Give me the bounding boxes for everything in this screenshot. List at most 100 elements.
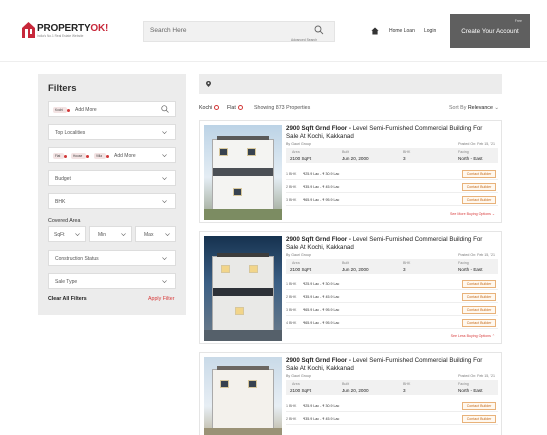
contact-builder-button[interactable]: Contact Builder bbox=[462, 415, 496, 423]
spec-key: Built bbox=[342, 382, 349, 386]
area-max-select[interactable]: Max bbox=[135, 226, 176, 242]
contact-builder-button[interactable]: Contact Builder bbox=[462, 306, 496, 314]
row-price: ₹65.9 Lac - ₹ 95.9 Lac bbox=[303, 321, 340, 325]
search-icon[interactable] bbox=[161, 105, 169, 113]
facade-band bbox=[213, 287, 273, 297]
row-price: ₹25.9 Lac - ₹ 30.9 Lac bbox=[303, 282, 340, 286]
home-icon[interactable] bbox=[371, 27, 379, 35]
construction-status-select[interactable]: Construction Status bbox=[48, 250, 176, 266]
listing-title[interactable]: 2900 Sqft Grnd Floor - Level Semi-Furnis… bbox=[286, 125, 496, 141]
listing-image[interactable] bbox=[204, 125, 282, 220]
price-row: 1 BHK ₹25.9 Lac - ₹ 30.9 Lac Contact Bui… bbox=[286, 401, 498, 412]
area-min-select[interactable]: Min bbox=[89, 226, 132, 242]
listing-card[interactable]: 2900 Sqft Grnd Floor - Level Semi-Furnis… bbox=[199, 231, 502, 344]
area-unit-select[interactable]: SqFt bbox=[48, 226, 86, 242]
spec-value: 2100 SqFt bbox=[290, 388, 312, 393]
listing-card[interactable]: 2900 Sqft Grnd Floor - Level Semi-Furnis… bbox=[199, 120, 502, 223]
contact-builder-button[interactable]: Contact Builder bbox=[462, 196, 496, 204]
sort-value: Relevance bbox=[467, 105, 493, 111]
search-icon[interactable] bbox=[314, 25, 324, 35]
top-localities-label: Top Localities bbox=[55, 130, 86, 136]
row-price: ₹25.9 Lac - ₹ 30.9 Lac bbox=[303, 172, 340, 176]
listing-title-bold: 2900 Sqft Grnd Floor - bbox=[286, 236, 351, 243]
spec-value: North - East bbox=[458, 156, 483, 161]
create-account-button[interactable]: Free Create Your Account bbox=[450, 14, 530, 48]
advanced-search-link[interactable]: Advanced Search bbox=[291, 38, 317, 42]
chevron-down-icon bbox=[162, 177, 167, 180]
roof bbox=[217, 366, 269, 370]
sale-type-select[interactable]: Sale Type bbox=[48, 273, 176, 289]
chevron-down-icon bbox=[162, 154, 167, 157]
sort-select[interactable]: Sort By Relevance ⌄ bbox=[449, 105, 499, 111]
spec-key: Facing bbox=[458, 150, 469, 154]
location-chip[interactable]: Kochi bbox=[53, 107, 70, 113]
contact-builder-button[interactable]: Contact Builder bbox=[462, 402, 496, 410]
contact-builder-button[interactable]: Contact Builder bbox=[462, 170, 496, 178]
bhk-select[interactable]: BHK bbox=[48, 193, 176, 209]
contact-builder-button[interactable]: Contact Builder bbox=[462, 319, 496, 327]
spec-key: Facing bbox=[458, 382, 469, 386]
remove-tag-icon[interactable] bbox=[214, 105, 220, 110]
site-header: PROPERTYOK! India's No.1 Real Estate Web… bbox=[0, 0, 547, 62]
listing-image[interactable] bbox=[204, 236, 282, 341]
row-bhk: 1 BHK bbox=[286, 282, 297, 286]
spec-key: BHK bbox=[403, 150, 411, 154]
contact-builder-button[interactable]: Contact Builder bbox=[462, 183, 496, 191]
apply-filter-button[interactable]: Apply Filter bbox=[148, 296, 175, 302]
nav-home-loan[interactable]: Home Loan bbox=[389, 28, 415, 34]
type-chip-house[interactable]: House bbox=[71, 153, 90, 159]
buying-options-toggle[interactable]: See More Buying Options ⌄ bbox=[450, 212, 495, 216]
type-chip-villa[interactable]: Villa bbox=[94, 153, 109, 159]
listing-builder[interactable]: By Gauri Group bbox=[286, 253, 311, 257]
buying-options-toggle[interactable]: See Less Buying Options ⌃ bbox=[451, 334, 495, 338]
window bbox=[248, 380, 257, 388]
logo-house-icon bbox=[22, 22, 35, 38]
cta-label: Create Your Account bbox=[461, 28, 519, 35]
active-tag-kochi[interactable]: Kochi bbox=[199, 105, 220, 111]
sort-label: Sort By bbox=[449, 105, 467, 111]
budget-select[interactable]: Budget bbox=[48, 170, 176, 186]
type-chip-flat[interactable]: Flat bbox=[53, 153, 68, 159]
row-price: ₹35.9 Lac - ₹ 45.9 Lac bbox=[303, 185, 340, 189]
active-tag-label: Kochi bbox=[199, 105, 213, 111]
price-row: 2 BHK ₹35.9 Lac - ₹ 45.9 Lac Contact Bui… bbox=[286, 292, 498, 303]
row-bhk: 3 BHK bbox=[286, 308, 297, 312]
top-localities-select[interactable]: Top Localities bbox=[48, 124, 176, 140]
listing-posted-date: Posted On: Feb 15, '21 bbox=[458, 142, 495, 146]
spec-value: 3 bbox=[403, 156, 406, 161]
property-type-filter[interactable]: Flat House Villa Add More bbox=[48, 147, 176, 163]
covered-area-label: Covered Area bbox=[48, 218, 81, 224]
chevron-down-icon bbox=[162, 200, 167, 203]
listing-builder[interactable]: By Gauri Group bbox=[286, 142, 311, 146]
contact-builder-button[interactable]: Contact Builder bbox=[462, 293, 496, 301]
filters-panel: Filters Kochi Add More Top Localities Fl… bbox=[38, 74, 186, 315]
location-filter[interactable]: Kochi Add More bbox=[48, 101, 176, 117]
listing-card[interactable]: 2900 Sqft Grnd Floor - Level Semi-Furnis… bbox=[199, 352, 502, 435]
contact-builder-button[interactable]: Contact Builder bbox=[462, 280, 496, 288]
clear-all-filters-link[interactable]: Clear All Filters bbox=[48, 296, 87, 302]
location-bar[interactable] bbox=[199, 74, 502, 94]
listing-specs: Area Built BHK Facing 2100 SqFt Jun 20, … bbox=[286, 259, 498, 274]
listing-builder[interactable]: By Gauri Group bbox=[286, 374, 311, 378]
row-bhk: 1 BHK bbox=[286, 172, 297, 176]
active-tag-flat[interactable]: Flat bbox=[227, 105, 243, 111]
listing-title[interactable]: 2900 Sqft Grnd Floor - Level Semi-Furnis… bbox=[286, 236, 496, 252]
spec-key: Area bbox=[292, 150, 300, 154]
listing-image[interactable] bbox=[204, 357, 282, 435]
listing-posted-date: Posted On: Feb 15, '21 bbox=[458, 253, 495, 257]
chevron-down-icon bbox=[162, 280, 167, 283]
nav-login[interactable]: Login bbox=[424, 28, 436, 34]
window bbox=[235, 307, 244, 315]
brand-tagline: India's No.1 Real Estate Website bbox=[37, 34, 84, 38]
house-illustration bbox=[212, 136, 274, 210]
chevron-down-icon bbox=[121, 233, 126, 236]
sale-type-label: Sale Type bbox=[55, 279, 78, 285]
facade-band bbox=[213, 167, 273, 176]
spec-key: Area bbox=[292, 261, 300, 265]
window bbox=[233, 188, 242, 196]
remove-tag-icon[interactable] bbox=[237, 105, 243, 110]
price-row: 1 BHK ₹25.9 Lac - ₹ 30.9 Lac Contact Bui… bbox=[286, 279, 498, 290]
window bbox=[219, 148, 228, 156]
brand-logo[interactable]: PROPERTYOK! India's No.1 Real Estate Web… bbox=[22, 22, 108, 42]
listing-title[interactable]: 2900 Sqft Grnd Floor - Level Semi-Furnis… bbox=[286, 357, 496, 373]
